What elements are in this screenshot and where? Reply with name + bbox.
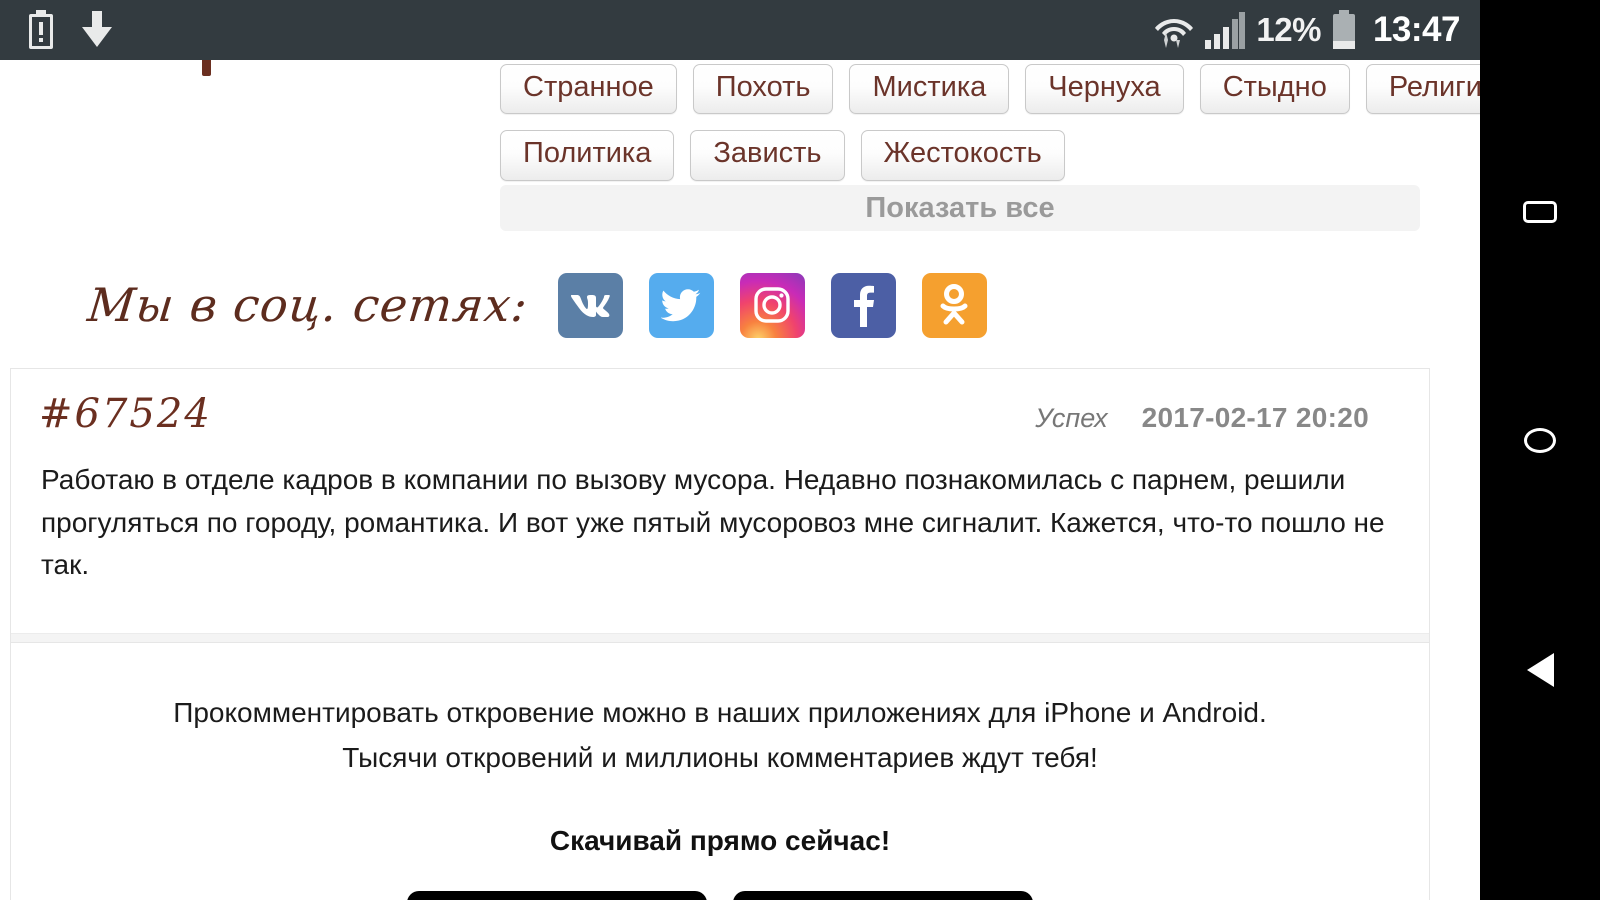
social-networks-row: Мы в соц. сетях:	[0, 250, 1430, 360]
back-triangle-icon	[1526, 653, 1554, 687]
app-store-button[interactable]: Доступно в App Store	[407, 890, 707, 900]
tag-stydno[interactable]: Стыдно	[1199, 64, 1350, 115]
battery-alert-icon	[28, 10, 54, 50]
battery-percent-label: 12%	[1256, 11, 1321, 48]
post-body-text: Работаю в отделе кадров в компании по вы…	[41, 464, 1385, 581]
back-button[interactable]	[1510, 640, 1570, 700]
home-button[interactable]	[1510, 410, 1570, 470]
post-meta: Успех 2017-02-17 20:20	[1035, 402, 1401, 434]
webpage-content: Странное Похоть Мистика Чернуха Стыдно Р…	[0, 60, 1480, 900]
post-id-link[interactable]: #67524	[39, 391, 212, 437]
recents-square-icon	[1523, 201, 1557, 223]
tag-religiya[interactable]: Религия	[1365, 64, 1480, 115]
tag-row-1: Странное Похоть Мистика Чернуха Стыдно Р…	[500, 64, 1480, 115]
tag-zhestokost[interactable]: Жестокость	[860, 130, 1065, 181]
android-navigation-bar	[1480, 0, 1600, 900]
status-bar: 12% 13:47	[0, 0, 1480, 60]
google-play-button[interactable]: GET IT ON Google Play	[733, 890, 1033, 900]
phone-screen: 12% 13:47 Странное Похоть Мистика Чернух…	[0, 0, 1600, 900]
tag-list: Странное Похоть Мистика Чернуха Стыдно Р…	[500, 64, 1480, 197]
download-icon	[80, 11, 114, 49]
status-bar-right-icons: 12% 13:47	[1154, 10, 1480, 50]
tag-row-2: Политика Зависть Жестокость	[500, 130, 1420, 181]
home-circle-icon	[1524, 427, 1556, 453]
post-category-label[interactable]: Успех	[1035, 403, 1107, 434]
post-date-label: 2017-02-17 20:20	[1141, 402, 1369, 433]
battery-icon	[1331, 10, 1357, 50]
social-label: Мы в соц. сетях:	[85, 278, 531, 332]
instagram-icon[interactable]	[739, 272, 805, 338]
tag-chernuha[interactable]: Чернуха	[1025, 64, 1184, 115]
tag-pohot[interactable]: Похоть	[692, 64, 834, 115]
cut-off-heading-descender	[202, 60, 211, 76]
app-promo-card: Прокомментировать откровение можно в наш…	[10, 642, 1430, 900]
post-card: #67524 Успех 2017-02-17 20:20 Работаю в …	[10, 368, 1430, 660]
twitter-icon[interactable]	[648, 272, 714, 338]
vk-icon[interactable]	[557, 272, 623, 338]
store-buttons: Доступно в App Store GET IT ON Google Pl…	[11, 890, 1429, 900]
facebook-icon[interactable]	[830, 272, 896, 338]
tag-zavist[interactable]: Зависть	[690, 130, 845, 181]
promo-line-1: Прокомментировать откровение можно в наш…	[173, 697, 1267, 728]
recents-button[interactable]	[1510, 182, 1570, 242]
promo-cta-heading: Скачивай прямо сейчас!	[549, 824, 891, 856]
status-bar-left-icons	[0, 10, 114, 50]
show-all-button[interactable]: Показать все	[500, 185, 1420, 231]
post-header: #67524 Успех 2017-02-17 20:20	[11, 369, 1429, 437]
promo-line-2: Тысячи откровений и миллионы комментарие…	[342, 741, 1098, 773]
tag-politika[interactable]: Политика	[500, 130, 675, 181]
tag-strannoe[interactable]: Странное	[500, 64, 677, 115]
clock-label: 13:47	[1372, 10, 1461, 49]
signal-icon	[1204, 10, 1246, 50]
wifi-icon	[1154, 10, 1194, 50]
social-icon-list	[557, 272, 987, 338]
tag-mistika[interactable]: Мистика	[849, 64, 1010, 115]
odnoklassniki-icon[interactable]	[921, 272, 987, 338]
